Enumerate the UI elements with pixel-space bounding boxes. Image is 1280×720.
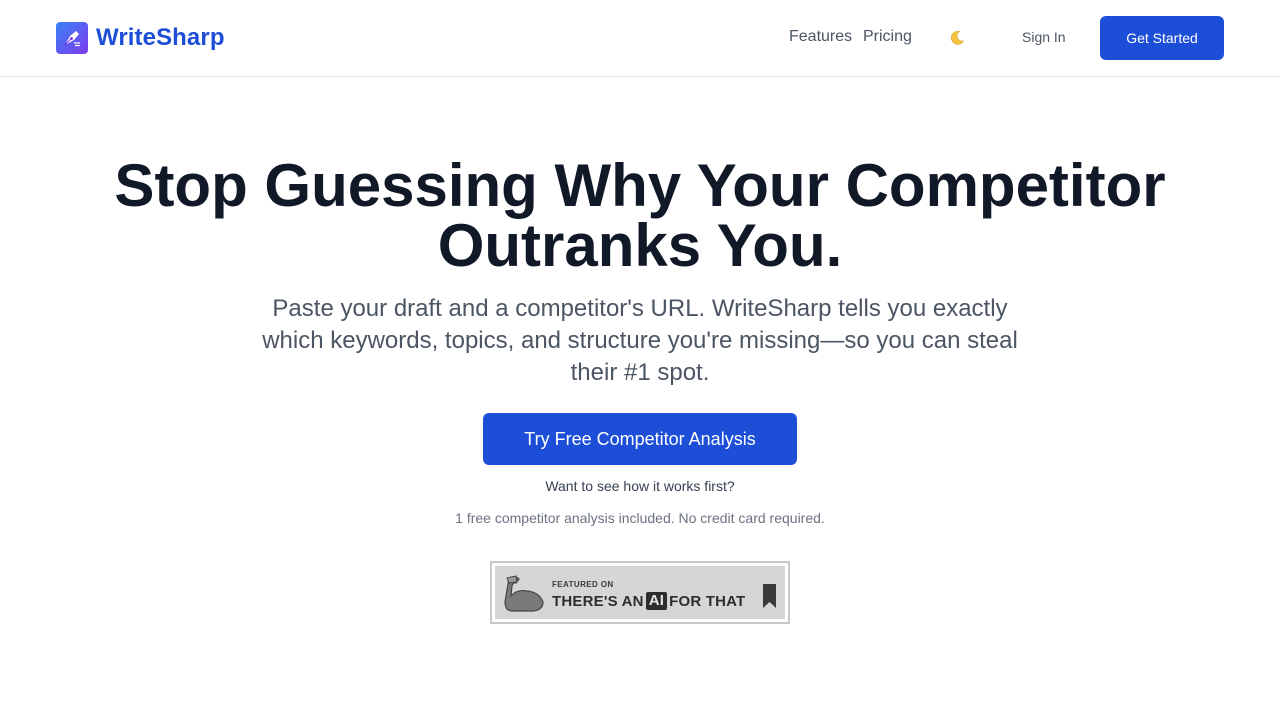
pen-nib-logo-icon [56, 22, 88, 54]
badge-title: THERE'S AN AI FOR THAT [552, 592, 745, 610]
brand-logo-link[interactable]: WriteSharp [56, 22, 225, 54]
site-header: WriteSharp Features Pricing Sign In Get … [0, 0, 1280, 77]
hero-title: Stop Guessing Why Your Competitor Outran… [114, 152, 1166, 279]
try-free-analysis-button[interactable]: Try Free Competitor Analysis [483, 413, 797, 465]
theres-an-ai-for-that-badge[interactable]: FEATURED ON THERE'S AN AI FOR THAT [490, 561, 790, 624]
theme-toggle-button[interactable] [944, 26, 970, 50]
hero-subtitle: Paste your draft and a competitor's URL.… [262, 295, 1018, 386]
badge-body: FEATURED ON THERE'S AN AI FOR THAT [495, 566, 785, 619]
nav-features-link[interactable]: Features [789, 26, 852, 48]
badge-featured-on: FEATURED ON [552, 580, 614, 589]
badge-ai-box: AI [645, 592, 668, 610]
brand-name: WriteSharp [96, 24, 225, 51]
badge-title-start: THERE'S AN [552, 592, 644, 610]
bookmark-icon [763, 584, 776, 608]
nav-pricing-link[interactable]: Pricing [863, 26, 912, 48]
how-it-works-link[interactable]: Want to see how it works first? [0, 477, 1280, 495]
badge-title-end: FOR THAT [669, 592, 746, 610]
get-started-button[interactable]: Get Started [1100, 16, 1224, 60]
sign-in-link[interactable]: Sign In [1022, 28, 1066, 46]
free-trial-note: 1 free competitor analysis included. No … [455, 510, 825, 526]
moon-icon [951, 31, 965, 45]
flexed-arm-icon [504, 575, 544, 612]
